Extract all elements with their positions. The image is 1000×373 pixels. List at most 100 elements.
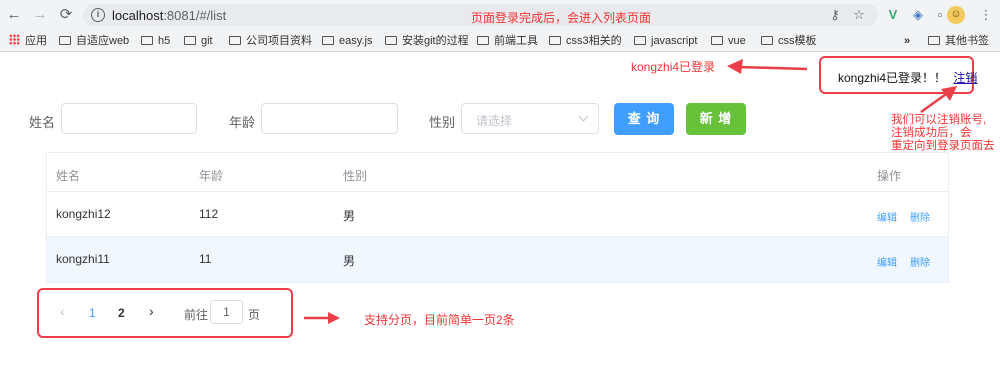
column-header-age: 年龄	[199, 169, 224, 183]
bookmark-label: javascript	[651, 35, 698, 47]
browser-toolbar: ← → ⟳ i localhost:8081/#/list 页面登录完成后，会进…	[0, 0, 1000, 30]
bookmark-item[interactable]: 安装git的过程	[385, 34, 469, 48]
annotation-top: 页面登录完成后，会进入列表页面	[471, 11, 652, 25]
name-label: 姓名	[29, 115, 56, 130]
menu-icon[interactable]: ⋮	[978, 7, 994, 23]
bookmark-item[interactable]: css3相关的	[549, 34, 622, 48]
bookmark-label: easy.js	[339, 35, 373, 47]
bookmark-label: 安装git的过程	[402, 35, 469, 47]
bookmark-label: git	[201, 35, 213, 47]
age-label: 年龄	[229, 115, 256, 130]
arrow-left-icon[interactable]: ←	[5, 6, 23, 24]
delete-button[interactable]: 删除	[910, 254, 930, 269]
annotation-arrow-up	[920, 86, 957, 114]
bookmark-item[interactable]: h5	[141, 34, 170, 48]
table-row[interactable]: kongzhi11 11 男 编辑 删除	[47, 236, 948, 282]
bookmark-label: h5	[158, 35, 171, 47]
chevron-down-icon	[578, 111, 589, 122]
edit-button[interactable]: 编辑	[877, 254, 897, 269]
folder-icon	[184, 36, 196, 45]
cell-gender: 男	[343, 254, 356, 268]
folder-icon	[59, 36, 71, 45]
cell-name: kongzhi12	[56, 207, 111, 221]
prev-page-button[interactable]: ‹	[60, 303, 65, 319]
key-icon[interactable]: ⚷	[827, 7, 843, 23]
folder-icon	[229, 36, 241, 45]
folder-icon	[549, 36, 561, 45]
avatar[interactable]: ☺	[947, 6, 965, 24]
annotation-line: 注销成功后，会	[891, 127, 972, 139]
data-table: 姓名 年龄 性别 操作 kongzhi12 112 男 编辑 删除 kongzh…	[46, 152, 949, 283]
extension-icon[interactable]: ◈	[910, 7, 926, 23]
goto-prefix: 前往	[184, 308, 209, 322]
annotation-pagination-note: 支持分页，目前简单一页2条	[364, 313, 515, 327]
url-host: localhost	[112, 8, 164, 23]
folder-icon	[761, 36, 773, 45]
bookmark-label: 公司项目资料	[246, 35, 312, 47]
name-input[interactable]	[61, 103, 197, 134]
bookmark-label: 自适应web	[76, 35, 130, 47]
annotation-line: 我们可以注销账号,	[891, 114, 987, 126]
apps-grid-icon	[9, 34, 20, 45]
page-2-button[interactable]: 2	[118, 306, 125, 320]
bookmark-item[interactable]: 公司项目资料	[229, 34, 312, 48]
cell-age: 11	[199, 252, 212, 266]
url-path: :8081/#/list	[163, 8, 227, 23]
column-header-name: 姓名	[56, 169, 81, 183]
folder-icon	[477, 36, 489, 45]
bookmark-item[interactable]: css模板	[761, 34, 817, 48]
bookmark-item[interactable]: git	[184, 34, 213, 48]
bookmark-label: 其他书签	[945, 35, 989, 47]
query-button[interactable]: 查 询	[614, 103, 674, 135]
bookmark-label: css模板	[778, 35, 817, 47]
vue-devtools-icon[interactable]: V	[885, 7, 901, 23]
folder-icon	[141, 36, 153, 45]
star-icon[interactable]: ☆	[851, 7, 867, 23]
table-row[interactable]: kongzhi12 112 男 编辑 删除	[47, 191, 948, 237]
goto-page-input[interactable]: 1	[210, 300, 243, 324]
next-page-button[interactable]: ›	[149, 303, 154, 319]
bookmarks-bar: 应用 自适应web h5 git 公司项目资料 easy.js 安装git的过程…	[0, 30, 1000, 52]
annotation-arrow-left	[727, 59, 808, 74]
url-text[interactable]: localhost:8081/#/list	[112, 8, 226, 23]
annotation-logout-note: 我们可以注销账号, 注销成功后，会 重定向到登录页面去	[891, 114, 995, 153]
goto-suffix: 页	[248, 308, 261, 322]
edit-button[interactable]: 编辑	[877, 209, 897, 224]
bookmark-other[interactable]: 其他书签	[928, 34, 989, 48]
folder-icon	[385, 36, 397, 45]
bookmark-label: 前端工具	[494, 35, 538, 47]
bookmark-item[interactable]: 前端工具	[477, 34, 538, 48]
gender-select-placeholder: 请选择	[476, 114, 513, 128]
cell-name: kongzhi11	[56, 252, 110, 266]
gender-select[interactable]: 请选择	[461, 103, 599, 134]
bookmark-item[interactable]: vue	[711, 34, 746, 48]
info-icon[interactable]: i	[91, 8, 105, 22]
logout-link[interactable]: 注销	[953, 71, 977, 85]
bookmark-apps-label: 应用	[25, 35, 47, 47]
folder-icon	[322, 36, 334, 45]
add-button[interactable]: 新 增	[686, 103, 746, 135]
delete-button[interactable]: 删除	[910, 209, 930, 224]
bookmark-apps[interactable]: 应用	[9, 34, 47, 48]
bookmark-item[interactable]: 自适应web	[59, 34, 129, 48]
bookmark-label: vue	[728, 35, 746, 47]
logged-in-text: kongzhi4已登录！！	[838, 71, 947, 85]
arrow-right-icon[interactable]: →	[31, 6, 49, 24]
bookmark-item[interactable]: javascript	[634, 34, 697, 48]
bookmarks-more-button[interactable]: »	[904, 34, 910, 48]
page-1-button[interactable]: 1	[89, 306, 96, 320]
bookmark-item[interactable]: easy.js	[322, 34, 372, 48]
annotation-arrow-right	[304, 312, 340, 324]
cell-age: 112	[199, 207, 219, 221]
extension-placeholder-icon[interactable]: ▫	[932, 7, 948, 23]
column-header-gender: 性别	[343, 169, 368, 183]
folder-icon	[711, 36, 723, 45]
column-header-actions: 操作	[877, 169, 902, 183]
age-input[interactable]	[261, 103, 398, 134]
cell-gender: 男	[343, 209, 356, 223]
folder-icon	[634, 36, 646, 45]
address-bar[interactable]: i localhost:8081/#/list 页面登录完成后，会进入列表页面 …	[83, 4, 878, 26]
bookmark-label: css3相关的	[566, 35, 622, 47]
reload-icon[interactable]: ⟳	[57, 6, 75, 24]
annotation-login-status: kongzhi4已登录	[631, 60, 716, 74]
